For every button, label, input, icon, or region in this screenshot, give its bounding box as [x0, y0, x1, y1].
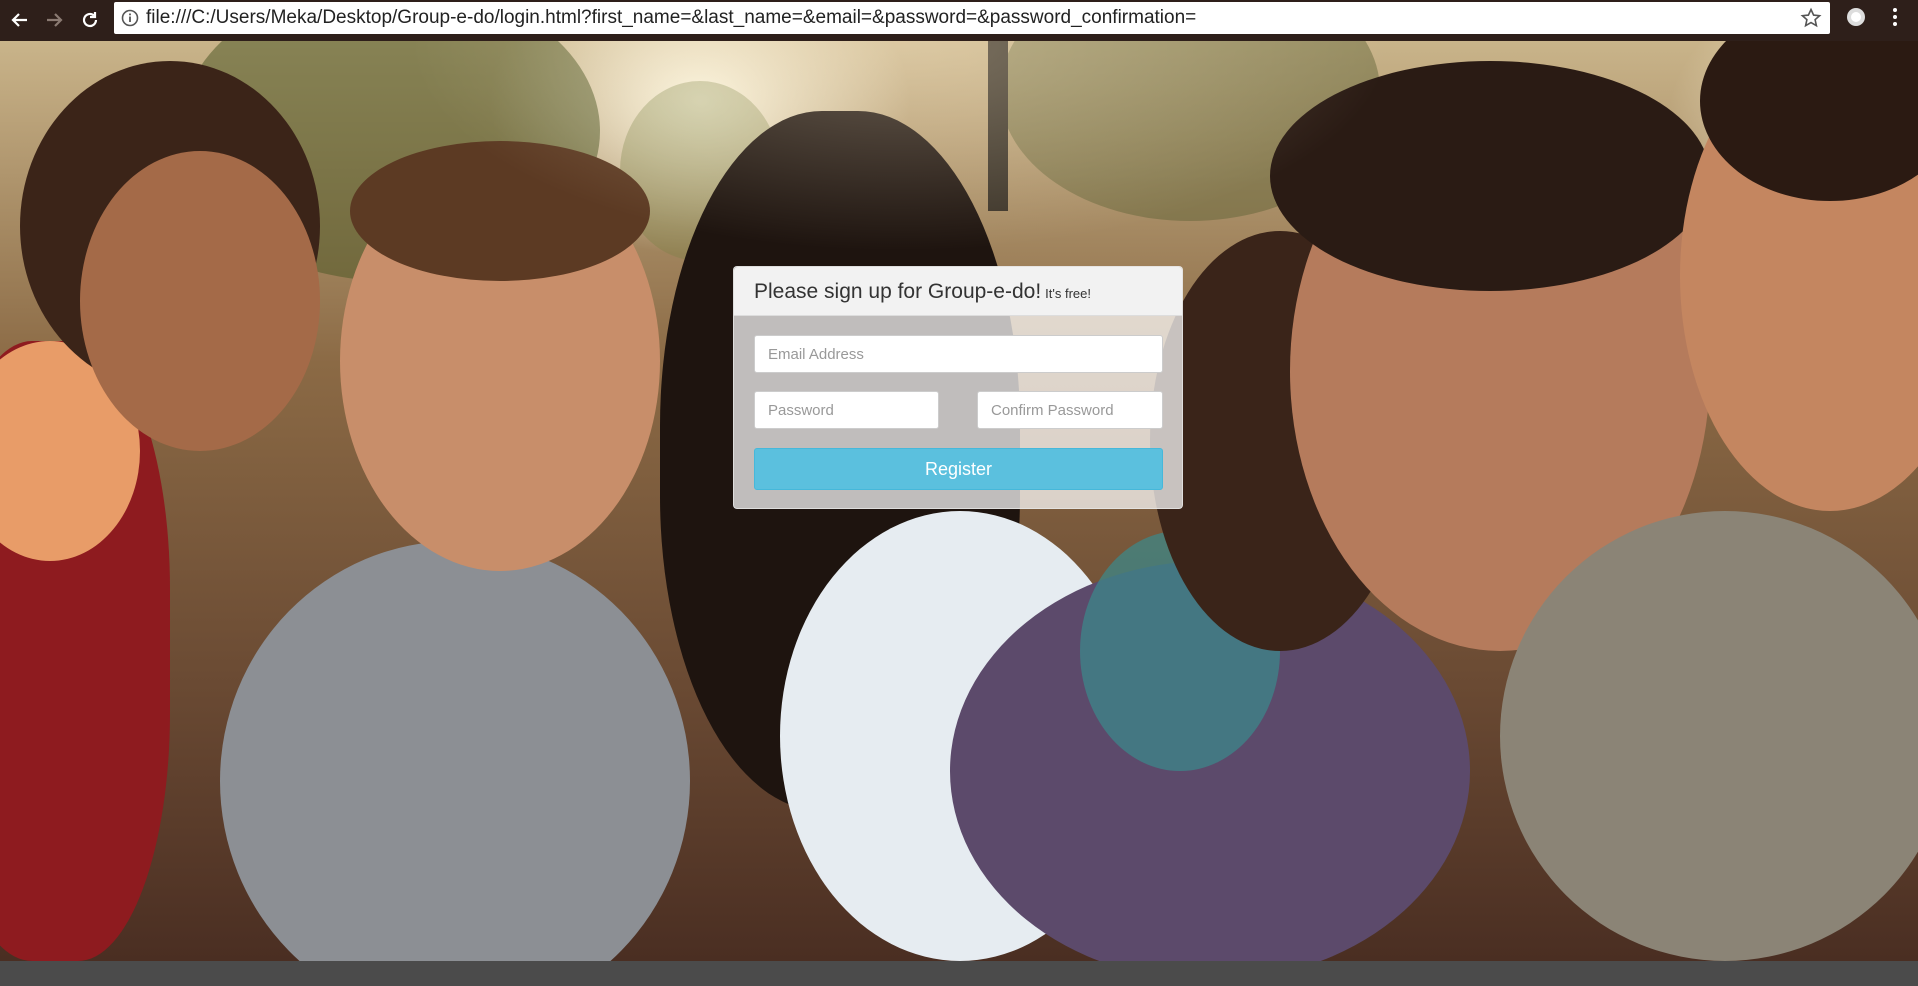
- bookmark-star-icon[interactable]: [1800, 7, 1822, 29]
- email-field[interactable]: [754, 335, 1163, 373]
- signup-title: Please sign up for Group-e-do! It's free!: [754, 280, 1091, 304]
- signup-panel-header: Please sign up for Group-e-do! It's free!: [734, 267, 1182, 316]
- password-field[interactable]: [754, 391, 939, 429]
- confirm-password-field[interactable]: [977, 391, 1163, 429]
- extension-icon[interactable]: [1845, 6, 1867, 28]
- browser-toolbar: file:///C:/Users/Meka/Desktop/Group-e-do…: [0, 0, 1918, 41]
- arrow-left-icon: [11, 13, 27, 27]
- menu-dots-icon[interactable]: [1884, 6, 1906, 28]
- reload-icon: [82, 12, 98, 28]
- info-icon[interactable]: [121, 9, 139, 27]
- back-button[interactable]: [6, 6, 34, 34]
- url-text[interactable]: file:///C:/Users/Meka/Desktop/Group-e-do…: [146, 2, 1196, 34]
- address-bar[interactable]: file:///C:/Users/Meka/Desktop/Group-e-do…: [114, 2, 1830, 34]
- signup-panel: Please sign up for Group-e-do! It's free!…: [733, 266, 1183, 509]
- register-button[interactable]: Register: [754, 448, 1163, 490]
- arrow-right-icon: [47, 13, 63, 27]
- forward-button[interactable]: [40, 6, 68, 34]
- signup-subtitle: It's free!: [1045, 286, 1092, 301]
- page-footer-bar: [0, 961, 1918, 986]
- reload-button[interactable]: [76, 6, 104, 34]
- signup-title-text: Please sign up for Group-e-do!: [754, 280, 1042, 303]
